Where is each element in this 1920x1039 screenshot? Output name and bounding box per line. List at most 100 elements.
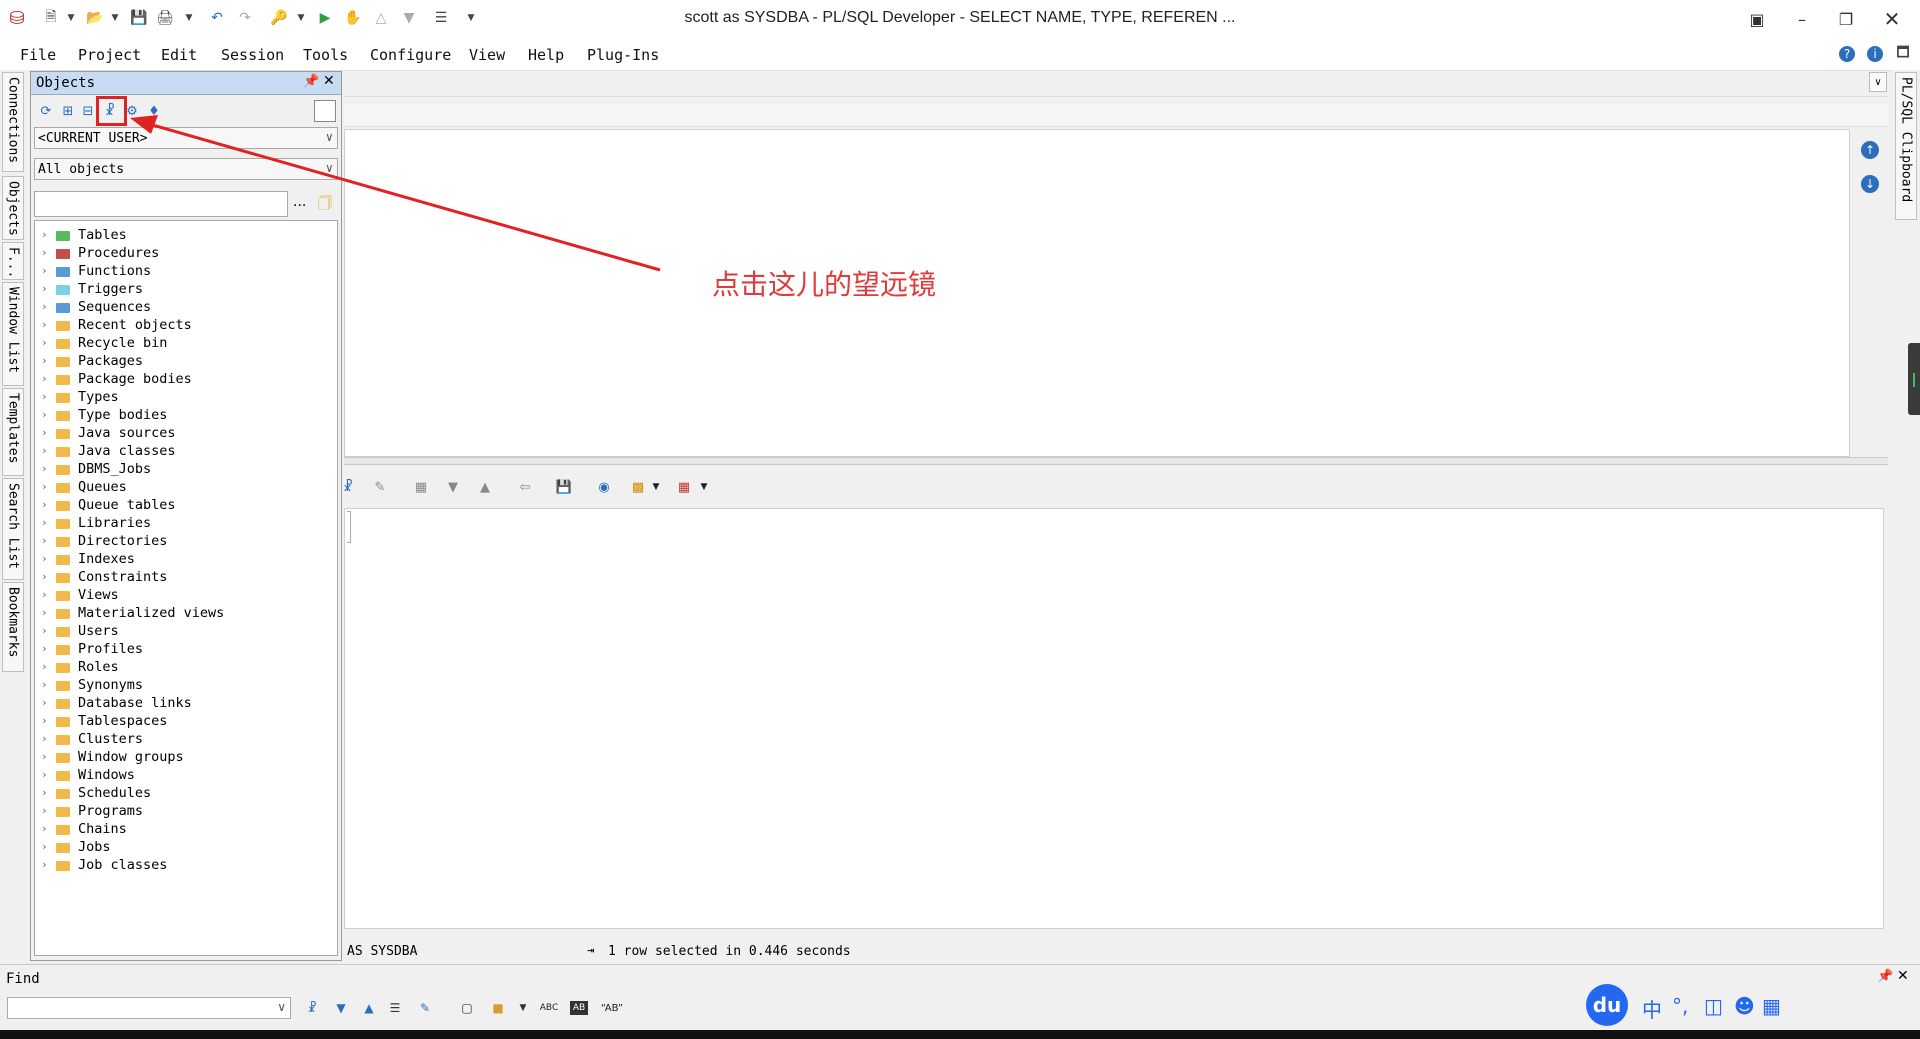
previous-record-icon[interactable]: ▲ <box>475 478 495 496</box>
break-icon[interactable]: ✋ <box>344 9 362 27</box>
expand-chevron-icon[interactable]: › <box>41 678 48 691</box>
dock-tab-search-list[interactable]: Search List <box>2 478 24 580</box>
expand-chevron-icon[interactable]: › <box>41 570 48 583</box>
restore-layout-icon[interactable]: ▣ <box>1737 6 1777 32</box>
ime-user-icon[interactable]: ☻ <box>1734 994 1755 1018</box>
expand-chevron-icon[interactable]: › <box>41 840 48 853</box>
expand-chevron-icon[interactable]: › <box>41 462 48 475</box>
expand-chevron-icon[interactable]: › <box>41 588 48 601</box>
more-button[interactable]: ... <box>293 194 306 210</box>
ime-keyboard-icon[interactable]: ◫ <box>1704 994 1723 1018</box>
tree-item[interactable]: › Sequences <box>35 299 335 317</box>
pin-icon[interactable]: 📌 <box>303 74 319 89</box>
menu-help[interactable]: Help <box>528 46 564 64</box>
find-folder-dropdown-icon[interactable]: ▼ <box>513 999 533 1017</box>
print-dropdown-icon[interactable]: ▼ <box>180 9 198 27</box>
tree-item[interactable]: › Chains <box>35 821 335 839</box>
tree-item[interactable]: › Recent objects <box>35 317 335 335</box>
expand-chevron-icon[interactable]: › <box>41 300 48 313</box>
find-close-icon[interactable]: ✕ <box>1897 968 1909 984</box>
expand-chevron-icon[interactable]: › <box>41 246 48 259</box>
sql-editor[interactable] <box>344 129 1850 457</box>
chart-dropdown-icon[interactable]: ▼ <box>646 478 666 496</box>
menu-session[interactable]: Session <box>221 46 284 64</box>
baidu-ime-logo-icon[interactable]: du <box>1586 984 1628 1026</box>
side-grip-handle[interactable] <box>1908 343 1920 415</box>
arrow-down-icon[interactable]: ↓ <box>1861 175 1879 193</box>
tree-item[interactable]: › Tablespaces <box>35 713 335 731</box>
panel-close-icon[interactable]: ✕ <box>323 73 335 89</box>
tree-item[interactable]: › Profiles <box>35 641 335 659</box>
tree-item[interactable]: › Libraries <box>35 515 335 533</box>
result-find-icon[interactable]: ☧ <box>338 478 358 496</box>
regex-icon[interactable]: “AB” <box>601 999 623 1017</box>
expand-chevron-icon[interactable]: › <box>41 822 48 835</box>
result-grid[interactable] <box>344 508 1884 929</box>
tree-item[interactable]: › Indexes <box>35 551 335 569</box>
expand-chevron-icon[interactable]: › <box>41 606 48 619</box>
expand-chevron-icon[interactable]: › <box>41 858 48 871</box>
rollback-icon[interactable]: ▼ <box>400 9 418 27</box>
tree-item[interactable]: › Materialized views <box>35 605 335 623</box>
expand-all-icon[interactable]: ⊞ <box>59 102 77 120</box>
refresh-icon[interactable]: ⟳ <box>37 102 55 120</box>
help-icon[interactable]: ? <box>1839 46 1855 62</box>
expand-chevron-icon[interactable]: › <box>41 336 48 349</box>
find-folder-icon[interactable]: ■ <box>488 999 508 1017</box>
find-list-icon[interactable]: ☰ <box>385 999 405 1017</box>
expand-chevron-icon[interactable]: › <box>41 552 48 565</box>
dock-tab-bookmarks[interactable]: Bookmarks <box>2 582 24 672</box>
customize-dropdown-icon[interactable]: ▼ <box>462 9 480 27</box>
info-icon[interactable]: i <box>1867 46 1883 62</box>
expand-chevron-icon[interactable]: › <box>41 390 48 403</box>
new-icon[interactable]: 🗎 <box>42 9 60 27</box>
find-binoculars-icon[interactable]: ☧ <box>302 999 322 1017</box>
maximize-button[interactable]: ❐ <box>1826 6 1866 32</box>
menu-edit[interactable]: Edit <box>161 46 197 64</box>
options-icon[interactable]: ☰ <box>432 9 450 27</box>
ime-grid-icon[interactable]: ▦ <box>1762 994 1781 1018</box>
grid-icon[interactable]: ▦ <box>674 478 694 496</box>
tree-item[interactable]: › Schedules <box>35 785 335 803</box>
expand-chevron-icon[interactable]: › <box>41 750 48 763</box>
tree-item[interactable]: › Directories <box>35 533 335 551</box>
expand-chevron-icon[interactable]: › <box>41 516 48 529</box>
tree-item[interactable]: › Windows <box>35 767 335 785</box>
tree-item[interactable]: › Packages <box>35 353 335 371</box>
find-input[interactable]: ∨ <box>7 997 291 1019</box>
dock-tab-window-list[interactable]: Window List <box>2 282 24 386</box>
menu-file[interactable]: File <box>20 46 56 64</box>
expand-chevron-icon[interactable]: › <box>41 696 48 709</box>
menu-view[interactable]: View <box>469 46 505 64</box>
collapse-all-icon[interactable]: ⊟ <box>79 102 97 120</box>
commit-icon[interactable]: △ <box>372 9 390 27</box>
tree-item[interactable]: › Java sources <box>35 425 335 443</box>
expand-chevron-icon[interactable]: › <box>41 624 48 637</box>
find-previous-icon[interactable]: ▲ <box>359 999 379 1017</box>
open-dropdown-icon[interactable]: ▼ <box>106 9 124 27</box>
expand-chevron-icon[interactable]: › <box>41 354 48 367</box>
expand-chevron-icon[interactable]: › <box>41 786 48 799</box>
expand-chevron-icon[interactable]: › <box>41 264 48 277</box>
dock-tab-connections[interactable]: Connections <box>2 72 24 172</box>
blank-toggle-button[interactable] <box>314 100 336 122</box>
tree-item[interactable]: › Clusters <box>35 731 335 749</box>
expand-chevron-icon[interactable]: › <box>41 408 48 421</box>
match-case-icon[interactable]: ABC <box>539 999 559 1017</box>
tree-item[interactable]: › Procedures <box>35 245 335 263</box>
expand-chevron-icon[interactable]: › <box>41 228 48 241</box>
execute-icon[interactable]: ▶ <box>316 9 334 27</box>
new-dropdown-icon[interactable]: ▼ <box>62 9 80 27</box>
tree-item[interactable]: › Synonyms <box>35 677 335 695</box>
tree-item[interactable]: › DBMS_Jobs <box>35 461 335 479</box>
dock-tab-plsql-clipboard[interactable]: PL/SQL Clipboard <box>1895 72 1917 220</box>
grid-dropdown-icon[interactable]: ▼ <box>694 478 714 496</box>
tree-item[interactable]: › Job classes <box>35 857 335 875</box>
menu-project[interactable]: Project <box>78 46 141 64</box>
tree-item[interactable]: › Window groups <box>35 749 335 767</box>
tree-item[interactable]: › Roles <box>35 659 335 677</box>
tree-item[interactable]: › Functions <box>35 263 335 281</box>
object-search-input[interactable] <box>34 191 288 217</box>
open-icon[interactable]: 📂 <box>86 9 104 27</box>
tree-item[interactable]: › Triggers <box>35 281 335 299</box>
